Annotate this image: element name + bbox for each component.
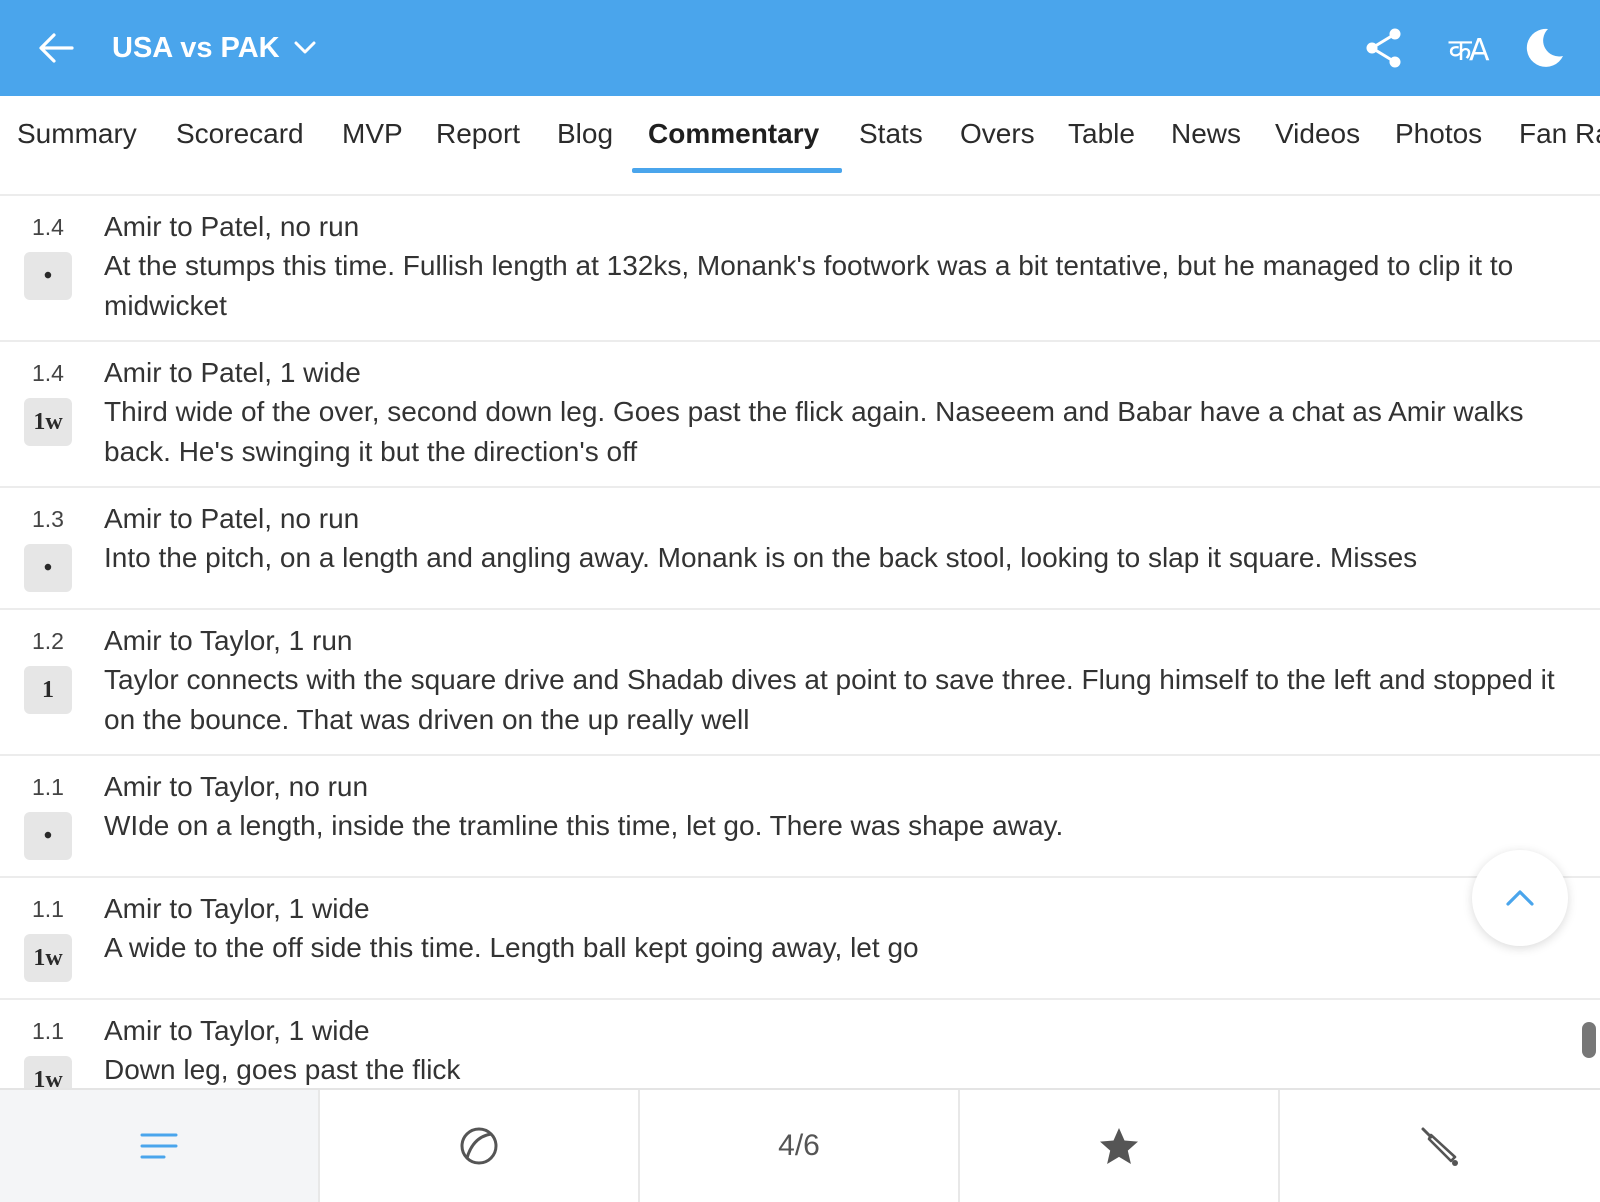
cricket-bat-icon [1421, 1127, 1458, 1166]
ball-icon [460, 1127, 498, 1165]
commentary-text-block: Amir to Patel, no run At the stumps this… [104, 210, 1570, 326]
commentary-text-block: Amir to Taylor, 1 wide Down leg, goes pa… [104, 1014, 1570, 1088]
tab-report[interactable]: Report [436, 96, 520, 172]
tab-commentary[interactable]: Commentary [648, 96, 819, 172]
share-button[interactable] [1360, 24, 1408, 72]
menu-lines-icon [140, 1133, 178, 1159]
back-button[interactable] [36, 28, 76, 68]
nav-page-indicator[interactable]: 4/6 [640, 1090, 960, 1202]
commentary-description: At the stumps this time. Fullish length … [104, 250, 1514, 321]
over-number: 1.2 [32, 628, 64, 654]
match-selector[interactable]: USA vs PAK [112, 0, 316, 96]
commentary-item: 1.1 • Amir to Taylor, no run WIde on a l… [0, 756, 1600, 878]
theme-toggle-button[interactable] [1520, 24, 1568, 72]
tab-stats[interactable]: Stats [859, 96, 923, 172]
over-number: 1.3 [32, 506, 64, 532]
nav-ball-by-ball[interactable] [320, 1090, 640, 1202]
commentary-title: Amir to Taylor, 1 wide [104, 893, 370, 924]
tab-videos[interactable]: Videos [1275, 96, 1360, 172]
tab-mvp[interactable]: MVP [342, 96, 403, 172]
commentary-description: Third wide of the over, second down leg.… [104, 396, 1524, 467]
ball-result-badge: • [24, 812, 72, 860]
moon-icon [1526, 28, 1563, 67]
over-number: 1.4 [32, 214, 64, 240]
commentary-description: A wide to the off side this time. Length… [104, 932, 919, 963]
scrollbar-thumb[interactable] [1582, 1022, 1596, 1058]
commentary-text-block: Amir to Patel, 1 wide Third wide of the … [104, 356, 1570, 472]
ball-result-badge: • [24, 252, 72, 300]
star-icon [1100, 1128, 1138, 1164]
scroll-to-top-button[interactable] [1472, 850, 1568, 946]
nav-commentary-list[interactable] [0, 1090, 320, 1202]
commentary-item: 1.2 1 Amir to Taylor, 1 run Taylor conne… [0, 610, 1600, 756]
chevron-down-icon [294, 41, 316, 54]
commentary-description: Into the pitch, on a length and angling … [104, 542, 1418, 573]
tab-overs[interactable]: Overs [960, 96, 1035, 172]
tab-summary[interactable]: Summary [17, 96, 137, 172]
commentary-item: 1.4 1w Amir to Patel, 1 wide Third wide … [0, 342, 1600, 488]
tab-scorecard[interactable]: Scorecard [176, 96, 304, 172]
over-number: 1.1 [32, 896, 64, 922]
over-number: 1.1 [32, 1018, 64, 1044]
commentary-description: Down leg, goes past the flick [104, 1054, 461, 1085]
tab-photos[interactable]: Photos [1395, 96, 1482, 172]
ball-result-badge: 1w [24, 1056, 72, 1088]
nav-favorites[interactable] [960, 1090, 1280, 1202]
ball-result-badge: 1w [24, 398, 72, 446]
commentary-text-block: Amir to Taylor, 1 wide A wide to the off… [104, 892, 1570, 968]
commentary-title: Amir to Patel, 1 wide [104, 357, 361, 388]
commentary-title: Amir to Taylor, no run [104, 771, 369, 802]
commentary-text-block: Amir to Patel, no run Into the pitch, on… [104, 502, 1570, 578]
chevron-up-icon [1506, 890, 1534, 906]
tab-fan-ratings[interactable]: Fan Ra [1519, 96, 1600, 172]
app-header: USA vs PAK क A [0, 0, 1600, 96]
ball-result-badge: 1 [24, 666, 72, 714]
tab-bar: Summary Scorecard MVP Report Blog Commen… [0, 96, 1600, 196]
bottom-navigation: 4/6 [0, 1088, 1600, 1202]
commentary-text-block: Amir to Taylor, no run WIde on a length,… [104, 770, 1570, 846]
tab-blog[interactable]: Blog [557, 96, 613, 172]
commentary-item: 1.3 • Amir to Patel, no run Into the pit… [0, 488, 1600, 610]
back-arrow-icon [39, 33, 74, 63]
page-title: USA vs PAK [112, 31, 280, 64]
ball-result-badge: • [24, 544, 72, 592]
commentary-title: Amir to Patel, no run [104, 211, 360, 242]
page-indicator: 4/6 [778, 1129, 820, 1162]
language-button[interactable]: क A [1436, 24, 1496, 72]
commentary-description: Taylor connects with the square drive an… [104, 664, 1555, 735]
over-number: 1.1 [32, 774, 64, 800]
language-icon: क A [1448, 32, 1489, 68]
tab-table[interactable]: Table [1068, 96, 1135, 172]
commentary-text-block: Amir to Taylor, 1 run Taylor connects wi… [104, 624, 1570, 740]
commentary-item: 1.1 1w Amir to Taylor, 1 wide A wide to … [0, 878, 1600, 1000]
nav-batting[interactable] [1280, 1090, 1600, 1202]
active-tab-indicator [632, 168, 842, 173]
share-icon [1366, 28, 1401, 68]
commentary-title: Amir to Patel, no run [104, 503, 360, 534]
commentary-item: 1.4 • Amir to Patel, no run At the stump… [0, 196, 1600, 342]
commentary-description: WIde on a length, inside the tramline th… [104, 810, 1064, 841]
commentary-title: Amir to Taylor, 1 wide [104, 1015, 370, 1046]
over-number: 1.4 [32, 360, 64, 386]
tab-news[interactable]: News [1171, 96, 1241, 172]
commentary-title: Amir to Taylor, 1 run [104, 625, 353, 656]
ball-result-badge: 1w [24, 934, 72, 982]
commentary-list[interactable]: 1.4 • Amir to Patel, no run At the stump… [0, 196, 1600, 1088]
commentary-item: 1.1 1w Amir to Taylor, 1 wide Down leg, … [0, 1000, 1600, 1088]
